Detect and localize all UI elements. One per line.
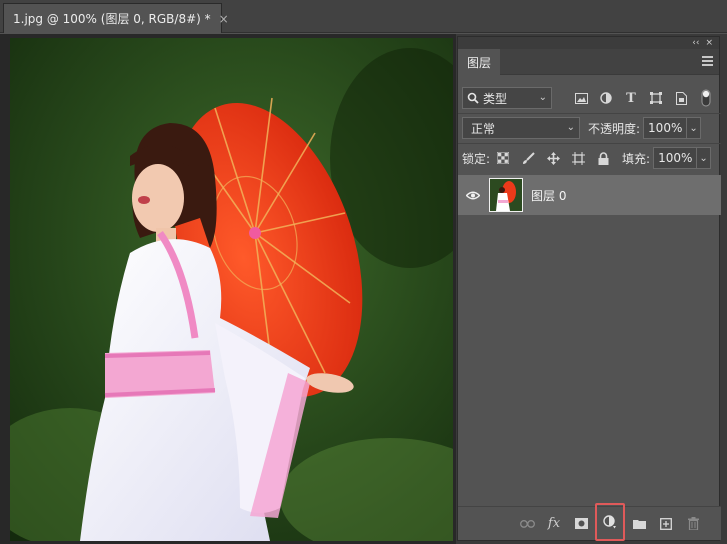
smart-object-filter-icon[interactable] — [672, 89, 690, 107]
chevron-down-icon: ⌄ — [538, 92, 547, 103]
document-tab-bar: 1.jpg @ 100% (图层 0, RGB/8#) * × — [0, 0, 727, 33]
search-icon — [467, 92, 479, 104]
chevron-down-icon[interactable]: ⌄ — [696, 148, 710, 168]
collapse-icon[interactable]: ‹‹ — [692, 38, 699, 48]
link-layers-icon[interactable] — [514, 513, 540, 535]
canvas-area[interactable] — [0, 34, 456, 544]
layer-row[interactable]: 图层 0 — [458, 175, 721, 215]
divider — [458, 143, 721, 144]
lock-fill-row: 锁定: 填充: 100% ⌄ — [458, 145, 721, 171]
blend-mode-select[interactable]: 正常 ⌄ — [462, 117, 580, 139]
layer-style-fx-icon[interactable]: fx — [541, 513, 567, 535]
filter-kind-value: 类型 — [483, 91, 508, 106]
tab-layers[interactable]: 图层 — [458, 49, 500, 75]
layer-mask-icon[interactable] — [568, 513, 594, 535]
opacity-value: 100% — [648, 121, 683, 135]
group-folder-icon[interactable] — [626, 513, 652, 535]
new-layer-icon[interactable] — [653, 513, 679, 535]
chevron-down-icon[interactable]: ⌄ — [686, 118, 700, 138]
panel-close-icon[interactable]: × — [705, 38, 713, 48]
lock-position-icon[interactable] — [544, 149, 562, 167]
filter-kind-select[interactable]: 类型 ⌄ — [462, 87, 552, 109]
document-image[interactable] — [10, 38, 453, 541]
layer-filter-row: 类型 ⌄ T — [458, 85, 721, 111]
opacity-field[interactable]: 100% ⌄ — [643, 117, 702, 139]
layer-name[interactable]: 图层 0 — [531, 187, 566, 204]
fill-value: 100% — [658, 151, 693, 165]
shape-filter-icon[interactable] — [647, 89, 665, 107]
chevron-down-icon: ⌄ — [566, 122, 575, 133]
panel-header-bar: ‹‹ × — [458, 37, 719, 49]
panel-bottom-bar: fx — [458, 502, 721, 541]
layers-panel: ‹‹ × 图层 类型 ⌄ T 正常 ⌄ 不透明度: 100% ⌄ 锁定: 填充:… — [457, 36, 721, 541]
eye-icon[interactable] — [458, 191, 488, 200]
divider — [458, 113, 721, 114]
panel-tab-bar: 图层 — [458, 49, 719, 75]
document-tab[interactable]: 1.jpg @ 100% (图层 0, RGB/8#) * × — [3, 3, 229, 33]
blend-mode-value: 正常 — [471, 121, 496, 136]
opacity-label: 不透明度: — [588, 121, 641, 136]
blend-opacity-row: 正常 ⌄ 不透明度: 100% ⌄ — [458, 115, 721, 141]
lock-label: 锁定: — [462, 151, 491, 166]
filter-toggle-icon[interactable] — [697, 89, 715, 107]
lock-artboard-icon[interactable] — [569, 149, 587, 167]
delete-icon[interactable] — [680, 513, 706, 535]
panel-menu-icon[interactable] — [702, 56, 713, 66]
document-tab-title: 1.jpg @ 100% (图层 0, RGB/8#) * — [13, 12, 211, 26]
adjustment-layer-icon[interactable] — [595, 502, 625, 541]
image-filter-icon[interactable] — [572, 89, 590, 107]
fill-label: 填充: — [622, 151, 651, 166]
layer-list: 图层 0 — [458, 175, 721, 505]
lock-transparent-pixels-icon[interactable] — [494, 149, 512, 167]
lock-image-pixels-icon[interactable] — [519, 149, 537, 167]
close-icon[interactable]: × — [219, 12, 229, 26]
adjustment-filter-icon[interactable] — [597, 89, 615, 107]
layer-thumbnail[interactable] — [489, 178, 523, 212]
lock-all-icon[interactable] — [594, 149, 612, 167]
type-filter-icon[interactable]: T — [622, 89, 640, 107]
fill-field[interactable]: 100% ⌄ — [653, 147, 712, 169]
